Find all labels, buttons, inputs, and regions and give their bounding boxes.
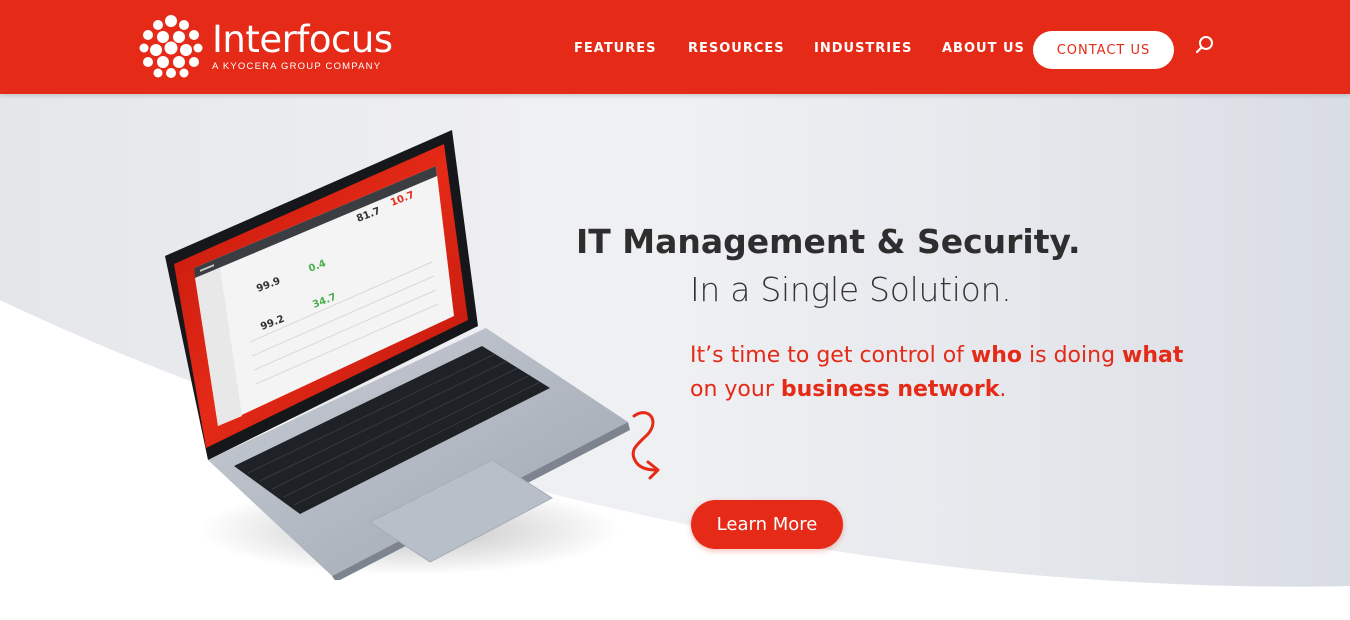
contact-us-button[interactable]: CONTACT US	[1033, 31, 1174, 69]
nav-about-us[interactable]: ABOUT US	[942, 41, 1025, 56]
brand-name: Interfocus	[212, 17, 393, 61]
curly-arrow-icon	[631, 411, 660, 480]
tagline-bold-who: who	[970, 343, 1023, 368]
nav-resources[interactable]: RESOURCES	[688, 41, 785, 56]
logo-text: Interfocus A KYOCERA GROUP COMPANY	[212, 17, 393, 72]
search-icon[interactable]	[1194, 34, 1216, 56]
logo-dots-icon	[139, 15, 203, 78]
tagline-text-2: is doing	[1022, 343, 1123, 368]
nav-features[interactable]: FEATURES	[574, 41, 657, 56]
laptop-illustration: 99.9 0.4 99.2 34.7 81.7 10.7	[165, 130, 630, 580]
tagline-text-4: .	[999, 377, 1007, 402]
nav-industries[interactable]: INDUSTRIES	[814, 41, 912, 56]
brand-tagline: A KYOCERA GROUP COMPANY	[212, 60, 382, 72]
tagline-text-3: on your	[690, 377, 781, 402]
learn-more-button[interactable]: Learn More	[691, 500, 843, 549]
hero-tagline: It’s time to get control of who is doing…	[690, 339, 1250, 407]
site-header: Interfocus A KYOCERA GROUP COMPANY FEATU…	[0, 0, 1350, 94]
tagline-bold-what: what	[1122, 343, 1184, 368]
hero-subheadline: In a Single Solution.	[690, 270, 1012, 309]
hero-headline: IT Management & Security.	[576, 222, 1081, 261]
logo[interactable]: Interfocus A KYOCERA GROUP COMPANY	[138, 13, 398, 79]
tagline-text-1: It’s time to get control of	[690, 343, 971, 368]
tagline-bold-business-network: business network	[780, 377, 1000, 402]
